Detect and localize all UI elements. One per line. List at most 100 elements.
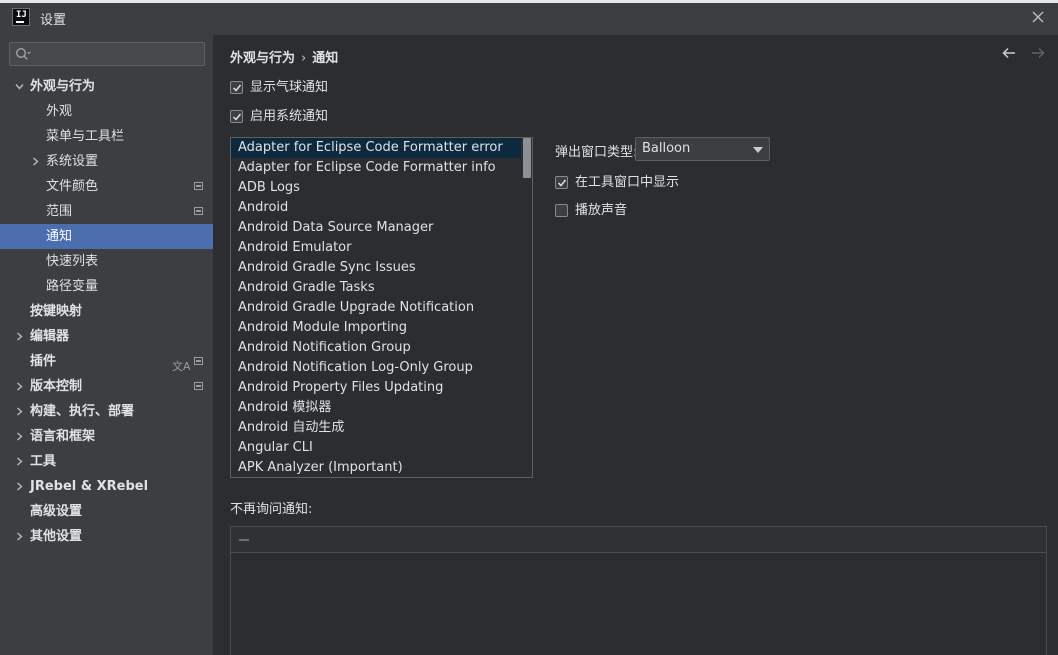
sidebar-item[interactable]: 范围 bbox=[0, 199, 213, 224]
show-in-tool-window-label: 在工具窗口中显示 bbox=[575, 175, 680, 190]
forward-button[interactable] bbox=[1030, 45, 1046, 61]
notification-group-item[interactable]: Android Gradle Tasks bbox=[231, 278, 521, 298]
sidebar-item[interactable]: 语言和框架 bbox=[0, 424, 213, 449]
notification-group-item[interactable]: Android Module Importing bbox=[231, 318, 521, 338]
sidebar-item[interactable]: 外观与行为 bbox=[0, 74, 213, 99]
sidebar-item-label: 其他设置 bbox=[30, 529, 83, 544]
sidebar-item[interactable]: 快速列表 bbox=[0, 249, 213, 274]
back-button[interactable] bbox=[1001, 45, 1017, 61]
breadcrumb: 外观与行为 › 通知 bbox=[230, 47, 338, 66]
no-ask-notifications-list[interactable] bbox=[230, 526, 1047, 655]
chevron-right-icon[interactable] bbox=[15, 332, 24, 341]
notification-group-item[interactable]: Android Gradle Sync Issues bbox=[231, 258, 521, 278]
sidebar-item[interactable]: 文件颜色 bbox=[0, 174, 213, 199]
sidebar-item-label: 构建、执行、部署 bbox=[30, 404, 135, 419]
play-sound-label: 播放声音 bbox=[575, 203, 628, 218]
notification-group-item[interactable]: Android Gradle Upgrade Notification bbox=[231, 298, 521, 318]
notification-group-item[interactable]: Android 模拟器 bbox=[231, 398, 521, 418]
breadcrumb-current: 通知 bbox=[312, 51, 339, 66]
project-scope-icon bbox=[194, 182, 203, 190]
checkbox-box[interactable] bbox=[230, 81, 243, 94]
window-title: 设置 bbox=[40, 13, 67, 28]
checkmark-icon bbox=[557, 179, 567, 187]
notification-group-item[interactable]: Android Property Files Updating bbox=[231, 378, 521, 398]
sidebar-item-label: 按键映射 bbox=[30, 304, 83, 319]
checkmark-icon bbox=[232, 113, 242, 121]
close-button[interactable] bbox=[1028, 7, 1048, 27]
notification-group-item[interactable]: Android 自动生成 bbox=[231, 418, 521, 438]
notification-group-item[interactable]: Android Notification Log-Only Group bbox=[231, 358, 521, 378]
sidebar-item-label: 通知 bbox=[46, 229, 73, 244]
chevron-right-icon[interactable] bbox=[15, 382, 24, 391]
system-notifications-label: 启用系统通知 bbox=[250, 109, 329, 124]
sidebar-item[interactable]: 外观 bbox=[0, 99, 213, 124]
notification-group-item[interactable]: Angular CLI bbox=[231, 438, 521, 458]
sidebar-item-label: JRebel & XRebel bbox=[30, 479, 149, 494]
checkmark-icon bbox=[232, 84, 242, 92]
sidebar-item-label: 工具 bbox=[30, 454, 57, 469]
chevron-right-icon[interactable] bbox=[15, 407, 24, 416]
notification-group-item[interactable]: Android bbox=[231, 198, 521, 218]
list-scrollbar-thumb[interactable] bbox=[523, 138, 531, 178]
sidebar-item-label: 系统设置 bbox=[46, 154, 99, 169]
sidebar-item[interactable]: 按键映射 bbox=[0, 299, 213, 324]
notification-group-item[interactable]: Adapter for Eclipse Code Formatter info bbox=[231, 158, 521, 178]
notification-groups-list[interactable]: Adapter for Eclipse Code Formatter error… bbox=[230, 137, 533, 478]
checkbox-box[interactable] bbox=[555, 204, 568, 217]
sidebar-item-label: 文件颜色 bbox=[46, 179, 99, 194]
notification-group-item[interactable]: Adapter for Eclipse Code Formatter error bbox=[231, 138, 521, 158]
arrow-left-icon bbox=[1002, 47, 1015, 59]
notification-group-item[interactable]: APK Analyzer (Important) bbox=[231, 458, 521, 477]
sidebar-item[interactable]: 菜单与工具栏 bbox=[0, 124, 213, 149]
checkbox-box[interactable] bbox=[230, 110, 243, 123]
chevron-right-icon[interactable] bbox=[15, 482, 24, 491]
sidebar-item-label: 编辑器 bbox=[30, 329, 70, 344]
popup-type-value: Balloon bbox=[642, 141, 691, 156]
sidebar-item[interactable]: 其他设置 bbox=[0, 524, 213, 549]
sidebar-item[interactable]: 系统设置 bbox=[0, 149, 213, 174]
sidebar-item[interactable]: 通知 bbox=[0, 224, 213, 249]
chevron-right-icon[interactable] bbox=[15, 457, 24, 466]
remove-icon[interactable] bbox=[239, 539, 249, 541]
chevron-down-icon bbox=[753, 147, 763, 153]
settings-search-input[interactable] bbox=[40, 45, 200, 63]
close-icon bbox=[1032, 11, 1044, 23]
sidebar-item-label: 范围 bbox=[46, 204, 73, 219]
sidebar-item-label: 插件 bbox=[30, 354, 57, 369]
sidebar-item-label: 外观 bbox=[46, 104, 73, 119]
project-scope-icon bbox=[194, 357, 203, 365]
settings-search-box[interactable] bbox=[9, 42, 205, 66]
sidebar-item[interactable]: 工具 bbox=[0, 449, 213, 474]
breadcrumb-separator: › bbox=[301, 51, 307, 66]
notification-group-item[interactable]: Android Emulator bbox=[231, 238, 521, 258]
chevron-right-icon[interactable] bbox=[31, 157, 40, 166]
sidebar-item[interactable]: 插件 文A bbox=[0, 349, 213, 374]
sidebar-item-label: 高级设置 bbox=[30, 504, 83, 519]
notification-group-item[interactable]: ADB Logs bbox=[231, 178, 521, 198]
sidebar-item[interactable]: JRebel & XRebel bbox=[0, 474, 213, 499]
sidebar-item-label: 版本控制 bbox=[30, 379, 83, 394]
settings-sidebar: 外观与行为外观菜单与工具栏 系统设置文件颜色范围通知快速列表路径变量按键映射编辑器… bbox=[0, 35, 213, 655]
sidebar-item-label: 快速列表 bbox=[46, 254, 99, 269]
notification-group-item[interactable]: Android Data Source Manager bbox=[231, 218, 521, 238]
sidebar-item[interactable]: 版本控制 bbox=[0, 374, 213, 399]
arrow-right-icon bbox=[1032, 47, 1045, 59]
popup-type-select[interactable]: Balloon bbox=[635, 137, 770, 161]
chevron-down-icon[interactable] bbox=[15, 82, 24, 91]
sidebar-item[interactable]: 编辑器 bbox=[0, 324, 213, 349]
no-ask-notifications-label: 不再询问通知: bbox=[230, 502, 313, 517]
breadcrumb-parent[interactable]: 外观与行为 bbox=[230, 51, 295, 66]
sidebar-item-label: 语言和框架 bbox=[30, 429, 96, 444]
chevron-right-icon[interactable] bbox=[15, 532, 24, 541]
notification-group-item[interactable]: Android Notification Group bbox=[231, 338, 521, 358]
sidebar-item[interactable]: 构建、执行、部署 bbox=[0, 399, 213, 424]
no-ask-toolbar bbox=[231, 527, 1046, 553]
search-icon bbox=[15, 47, 31, 60]
settings-content: 外观与行为 › 通知 显示气球通知 启用系统通知 Adapter for Eclip… bbox=[213, 35, 1058, 655]
checkbox-box[interactable] bbox=[555, 176, 568, 189]
sidebar-item[interactable]: 路径变量 bbox=[0, 274, 213, 299]
chevron-right-icon[interactable] bbox=[15, 432, 24, 441]
sidebar-item[interactable]: 高级设置 bbox=[0, 499, 213, 524]
sidebar-item-label: 路径变量 bbox=[46, 279, 99, 294]
sidebar-item-label: 菜单与工具栏 bbox=[46, 129, 125, 144]
